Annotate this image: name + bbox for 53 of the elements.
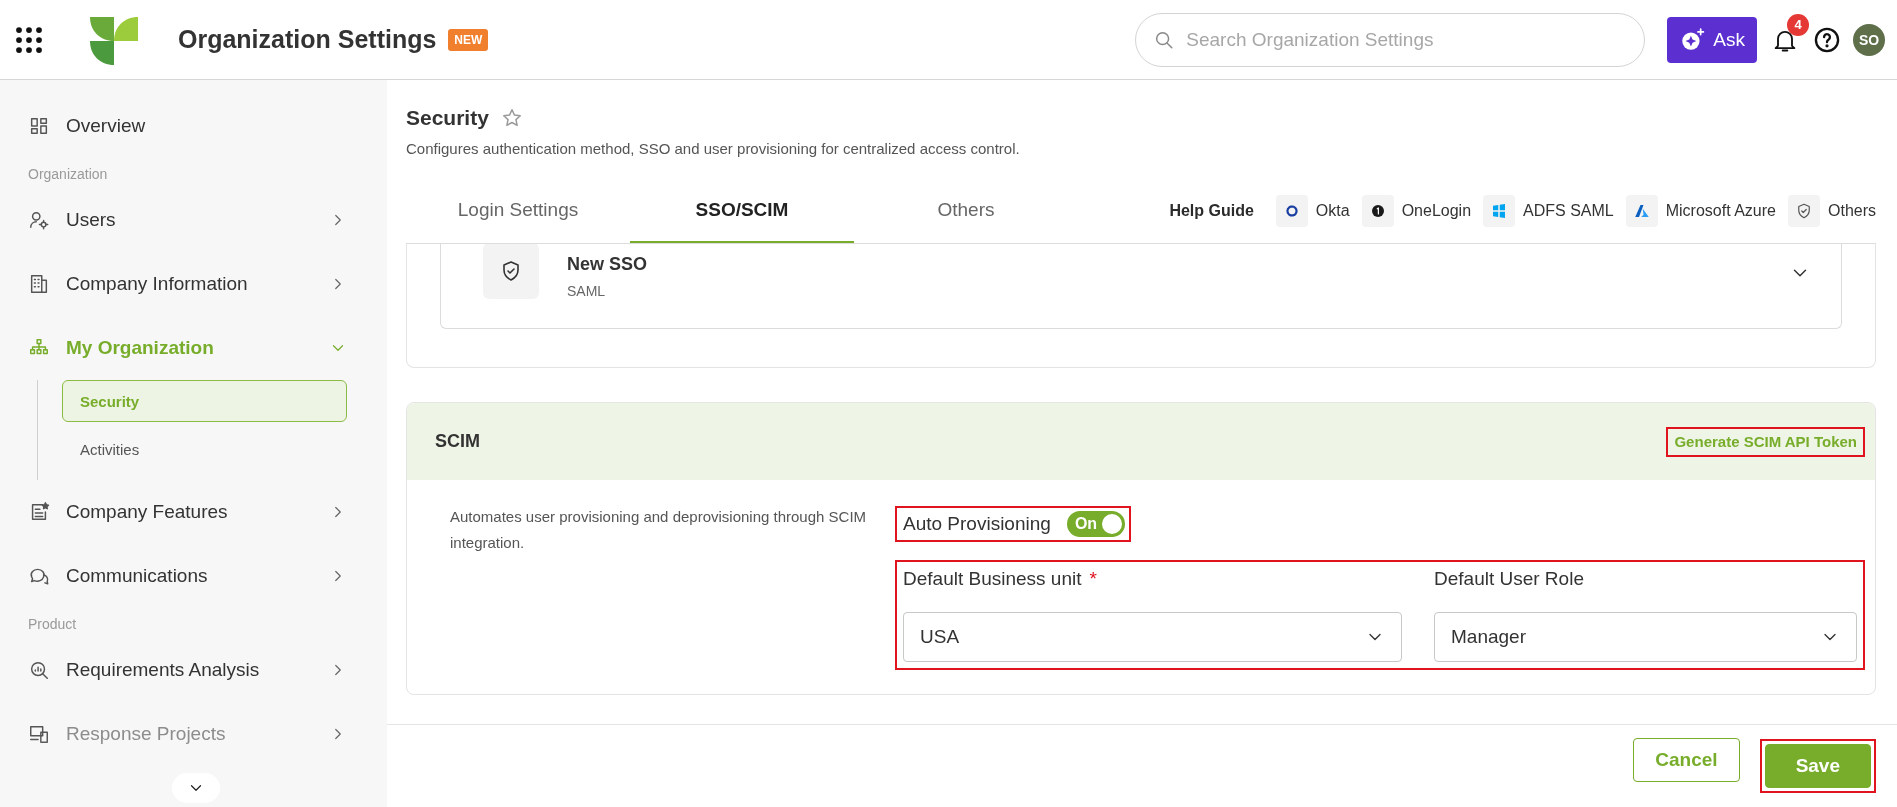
provider-logo-icon	[1483, 195, 1516, 227]
sso-card[interactable]: New SSO SAML	[440, 244, 1842, 329]
provider-logo-icon	[1625, 195, 1658, 227]
sidebar-item[interactable]: Overview	[0, 94, 387, 158]
provider-logo-icon	[1361, 195, 1394, 227]
sidebar-subitem[interactable]: Activities	[62, 428, 347, 470]
help-guide-link[interactable]: Okta	[1275, 195, 1350, 227]
leaf-logo-icon	[88, 14, 138, 65]
dropdown[interactable]: USA	[903, 612, 1402, 662]
new-badge: NEW	[448, 28, 489, 51]
sidebar-glyph-icon	[28, 115, 50, 137]
scim-title: SCIM	[435, 431, 480, 452]
scim-description: Automates user provisioning and deprovisioning through SCIM integration.	[450, 507, 868, 553]
required-mark: *	[1089, 568, 1097, 589]
toggle-label: Auto Provisioning	[903, 513, 1051, 535]
sidebar-item[interactable]: Communications	[0, 544, 387, 608]
sso-type: SAML	[567, 282, 607, 299]
help-guide-link[interactable]: Others	[1788, 195, 1876, 227]
section-heading: Product	[27, 615, 78, 634]
help-guide-link[interactable]: OneLogin	[1361, 195, 1472, 227]
tab[interactable]: SSO/SCIM	[630, 179, 854, 243]
help-guide-link[interactable]: Microsoft Azure	[1625, 195, 1776, 227]
ask-button[interactable]: Ask	[1667, 16, 1757, 63]
help-guide-label: Help Guide	[1169, 202, 1254, 220]
provider-logo-icon	[1275, 195, 1308, 227]
help-guide-link[interactable]: ADFS SAML	[1483, 195, 1614, 227]
sidebar-glyph-icon	[28, 273, 50, 295]
tab[interactable]: Login Settings	[406, 179, 630, 243]
page-title: Security	[406, 106, 489, 130]
help-icon[interactable]	[1813, 25, 1841, 54]
field-label: Default User Role	[1434, 568, 1584, 589]
dropdown[interactable]: Manager	[1434, 612, 1857, 662]
sso-name: New SSO	[567, 253, 648, 275]
notification-count: 4	[1787, 13, 1809, 36]
app-title: Organization Settings	[178, 25, 437, 54]
shield-check-icon	[483, 244, 539, 299]
sidebar-item[interactable]: Requirements Analysis	[0, 638, 387, 702]
user-avatar[interactable]: SO	[1853, 23, 1885, 56]
sidebar-glyph-icon	[28, 209, 50, 231]
sidebar-glyph-icon	[28, 723, 50, 745]
sidebar-item[interactable]: Company Information	[0, 252, 387, 316]
sidebar-glyph-icon	[28, 659, 50, 681]
sidebar-item[interactable]: Company Features	[0, 480, 387, 544]
sidebar-item[interactable]: Users	[0, 188, 387, 252]
search-field[interactable]: Search Organization Settings	[1135, 12, 1646, 67]
apps-grid-icon[interactable]	[14, 24, 44, 55]
field-label: Default Business unit	[903, 568, 1082, 589]
section-heading: Organization	[27, 165, 109, 184]
page-description: Configures authentication method, SSO and user provisioning for centralized access control.	[405, 139, 1021, 157]
provider-logo-icon	[1788, 195, 1820, 227]
tab[interactable]: Others	[854, 179, 1078, 243]
star-icon[interactable]	[500, 107, 523, 129]
sparkle-icon	[1679, 26, 1706, 53]
